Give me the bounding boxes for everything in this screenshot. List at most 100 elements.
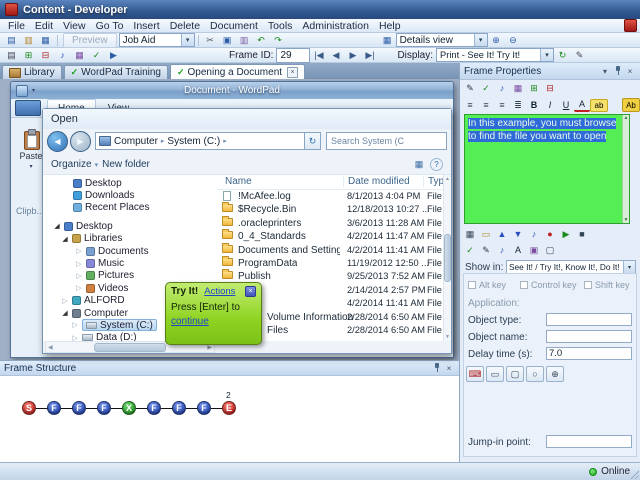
- frame-node-start[interactable]: S: [22, 401, 36, 415]
- zoom-in-icon[interactable]: ⊕: [489, 34, 504, 47]
- menu-view[interactable]: View: [58, 19, 91, 32]
- paste-icon[interactable]: ▥: [237, 34, 252, 47]
- scroll-up-icon[interactable]: ▲: [624, 115, 629, 122]
- column-header-type[interactable]: Typ: [423, 176, 444, 187]
- open-dialog-titlebar[interactable]: Open: [43, 109, 451, 129]
- menu-file[interactable]: File: [3, 19, 30, 32]
- open-icon[interactable]: ▥: [21, 34, 36, 47]
- tree-item-documents[interactable]: ▷ Documents: [43, 245, 216, 257]
- control-key-checkbox[interactable]: Control key: [520, 280, 577, 290]
- bullet-list-icon[interactable]: ≣: [510, 98, 526, 112]
- spellcheck-icon[interactable]: ✓: [478, 81, 494, 95]
- breadcrumb-arrow-icon[interactable]: ▸: [223, 137, 227, 145]
- move-down-icon[interactable]: ▼: [510, 227, 526, 241]
- point-action-icon[interactable]: ○: [526, 366, 544, 382]
- resize-grip[interactable]: [629, 469, 639, 479]
- details-view-icon[interactable]: ▦: [380, 34, 395, 47]
- chevron-down-icon[interactable]: ▾: [473, 34, 487, 46]
- new-document-icon[interactable]: ▤: [4, 34, 19, 47]
- underline-icon[interactable]: U: [558, 98, 574, 112]
- capture-screen-icon[interactable]: ▦: [462, 227, 478, 241]
- breadcrumb-drive[interactable]: System (C:): [167, 136, 220, 147]
- vertical-scrollbar[interactable]: ▲ ▼: [443, 175, 451, 341]
- tree-item-downloads[interactable]: Downloads: [43, 189, 216, 201]
- tree-item-music[interactable]: ▷ Music: [43, 257, 216, 269]
- forward-button[interactable]: ▶: [70, 130, 91, 152]
- selected-tree-item[interactable]: System (C:): [82, 319, 157, 332]
- zoom-out-icon[interactable]: ⊖: [506, 34, 521, 47]
- tree-item-libraries[interactable]: ◢ Libraries: [43, 233, 216, 245]
- scroll-up-icon[interactable]: ▲: [445, 176, 450, 182]
- keyboard-icon[interactable]: ⌨: [466, 366, 484, 382]
- file-row[interactable]: 0_4_Standards 4/2/2014 11:47 AM File f: [217, 229, 447, 243]
- frame-node[interactable]: F: [147, 401, 161, 415]
- play-icon[interactable]: ▶: [558, 227, 574, 241]
- frame-node[interactable]: F: [172, 401, 186, 415]
- scroll-left-icon[interactable]: ◀: [48, 344, 53, 351]
- continue-link[interactable]: continue: [171, 316, 209, 327]
- close-tab-icon[interactable]: ×: [287, 66, 299, 78]
- alt-key-checkbox[interactable]: Alt key: [468, 280, 506, 290]
- edit-icon[interactable]: ✎: [478, 243, 494, 257]
- refresh-icon[interactable]: ↻: [555, 49, 570, 62]
- checkbox-icon[interactable]: [520, 281, 528, 289]
- menu-tools[interactable]: Tools: [263, 19, 298, 32]
- menu-administration[interactable]: Administration: [297, 19, 374, 32]
- align-left-icon[interactable]: ≡: [462, 98, 478, 112]
- new-folder-button[interactable]: New folder: [102, 159, 150, 170]
- expander-icon[interactable]: ▷: [71, 334, 79, 341]
- chevron-down-icon[interactable]: ▾: [180, 34, 194, 46]
- tree-item-desktop-root[interactable]: ◢ Desktop: [43, 220, 216, 232]
- menu-help[interactable]: Help: [374, 19, 406, 32]
- file-row[interactable]: Documents and Settings 4/2/2014 11:41 AM F…: [217, 242, 447, 257]
- delete-frame-icon[interactable]: ⊟: [542, 81, 558, 95]
- region-icon[interactable]: ▢: [542, 243, 558, 257]
- menu-insert[interactable]: Insert: [128, 19, 164, 32]
- delay-time-field[interactable]: 7.0: [546, 347, 632, 360]
- preview-button[interactable]: Preview: [63, 32, 117, 48]
- italic-icon[interactable]: I: [542, 98, 558, 112]
- frame-node-end[interactable]: E: [222, 401, 236, 415]
- record-icon[interactable]: ●: [542, 227, 558, 241]
- back-button[interactable]: ◀: [47, 130, 68, 152]
- redo-icon[interactable]: ↷: [271, 34, 286, 47]
- shift-key-checkbox[interactable]: Shift key: [584, 280, 630, 290]
- tree-item-desktop-favorite[interactable]: Desktop: [43, 177, 216, 189]
- tree-item-pictures[interactable]: ▷ Pictures: [43, 270, 216, 282]
- region-action-icon[interactable]: ▢: [506, 366, 524, 382]
- frame-node[interactable]: F: [72, 401, 86, 415]
- sound-icon[interactable]: ♪: [55, 49, 70, 62]
- chevron-down-icon[interactable]: ▾: [599, 65, 611, 77]
- close-icon[interactable]: ×: [443, 362, 455, 374]
- chevron-down-icon[interactable]: ▾: [540, 49, 554, 61]
- expander-icon[interactable]: ▷: [75, 247, 83, 255]
- copy-icon[interactable]: ▣: [220, 34, 235, 47]
- show-in-combobox[interactable]: See It! / Try It!, Know It!, Do It! ▾: [506, 260, 636, 274]
- next-frame-icon[interactable]: ▶: [345, 49, 360, 62]
- file-row[interactable]: !McAfee.log 8/1/2013 4:04 PM File: [217, 190, 443, 203]
- insert-frame-icon[interactable]: ⊞: [526, 81, 542, 95]
- save-icon[interactable]: ▦: [38, 34, 53, 47]
- bubble-scrollbar[interactable]: ▲ ▼: [622, 115, 629, 223]
- wordpad-menu-button[interactable]: [15, 100, 41, 116]
- menu-delete[interactable]: Delete: [165, 19, 205, 32]
- expander-icon[interactable]: ◢: [61, 309, 69, 317]
- search-input[interactable]: Search System (C: [326, 132, 447, 150]
- pin-icon[interactable]: [613, 65, 623, 77]
- spellcheck-icon[interactable]: ✓: [89, 49, 104, 62]
- previous-frame-icon[interactable]: ◀: [328, 49, 343, 62]
- checkbox-icon[interactable]: [468, 281, 476, 289]
- file-row[interactable]: ProgramData 11/19/2012 12:50 ... File f: [217, 255, 447, 270]
- bold-icon[interactable]: B: [526, 98, 542, 112]
- edit-icon[interactable]: ✎: [462, 81, 478, 95]
- highlight-icon[interactable]: ab: [590, 98, 608, 112]
- frame-id-field[interactable]: 29: [276, 47, 311, 63]
- properties-icon[interactable]: ▤: [4, 49, 19, 62]
- first-frame-icon[interactable]: |◀: [311, 49, 326, 62]
- views-icon[interactable]: ▦: [412, 158, 426, 171]
- menu-goto[interactable]: Go To: [91, 19, 129, 32]
- display-mode-combobox[interactable]: Print - See It! Try It! ▾: [436, 48, 555, 62]
- template-combobox[interactable]: Job Aid ▾: [118, 33, 195, 47]
- last-frame-icon[interactable]: ▶|: [362, 49, 377, 62]
- menu-edit[interactable]: Edit: [30, 19, 58, 32]
